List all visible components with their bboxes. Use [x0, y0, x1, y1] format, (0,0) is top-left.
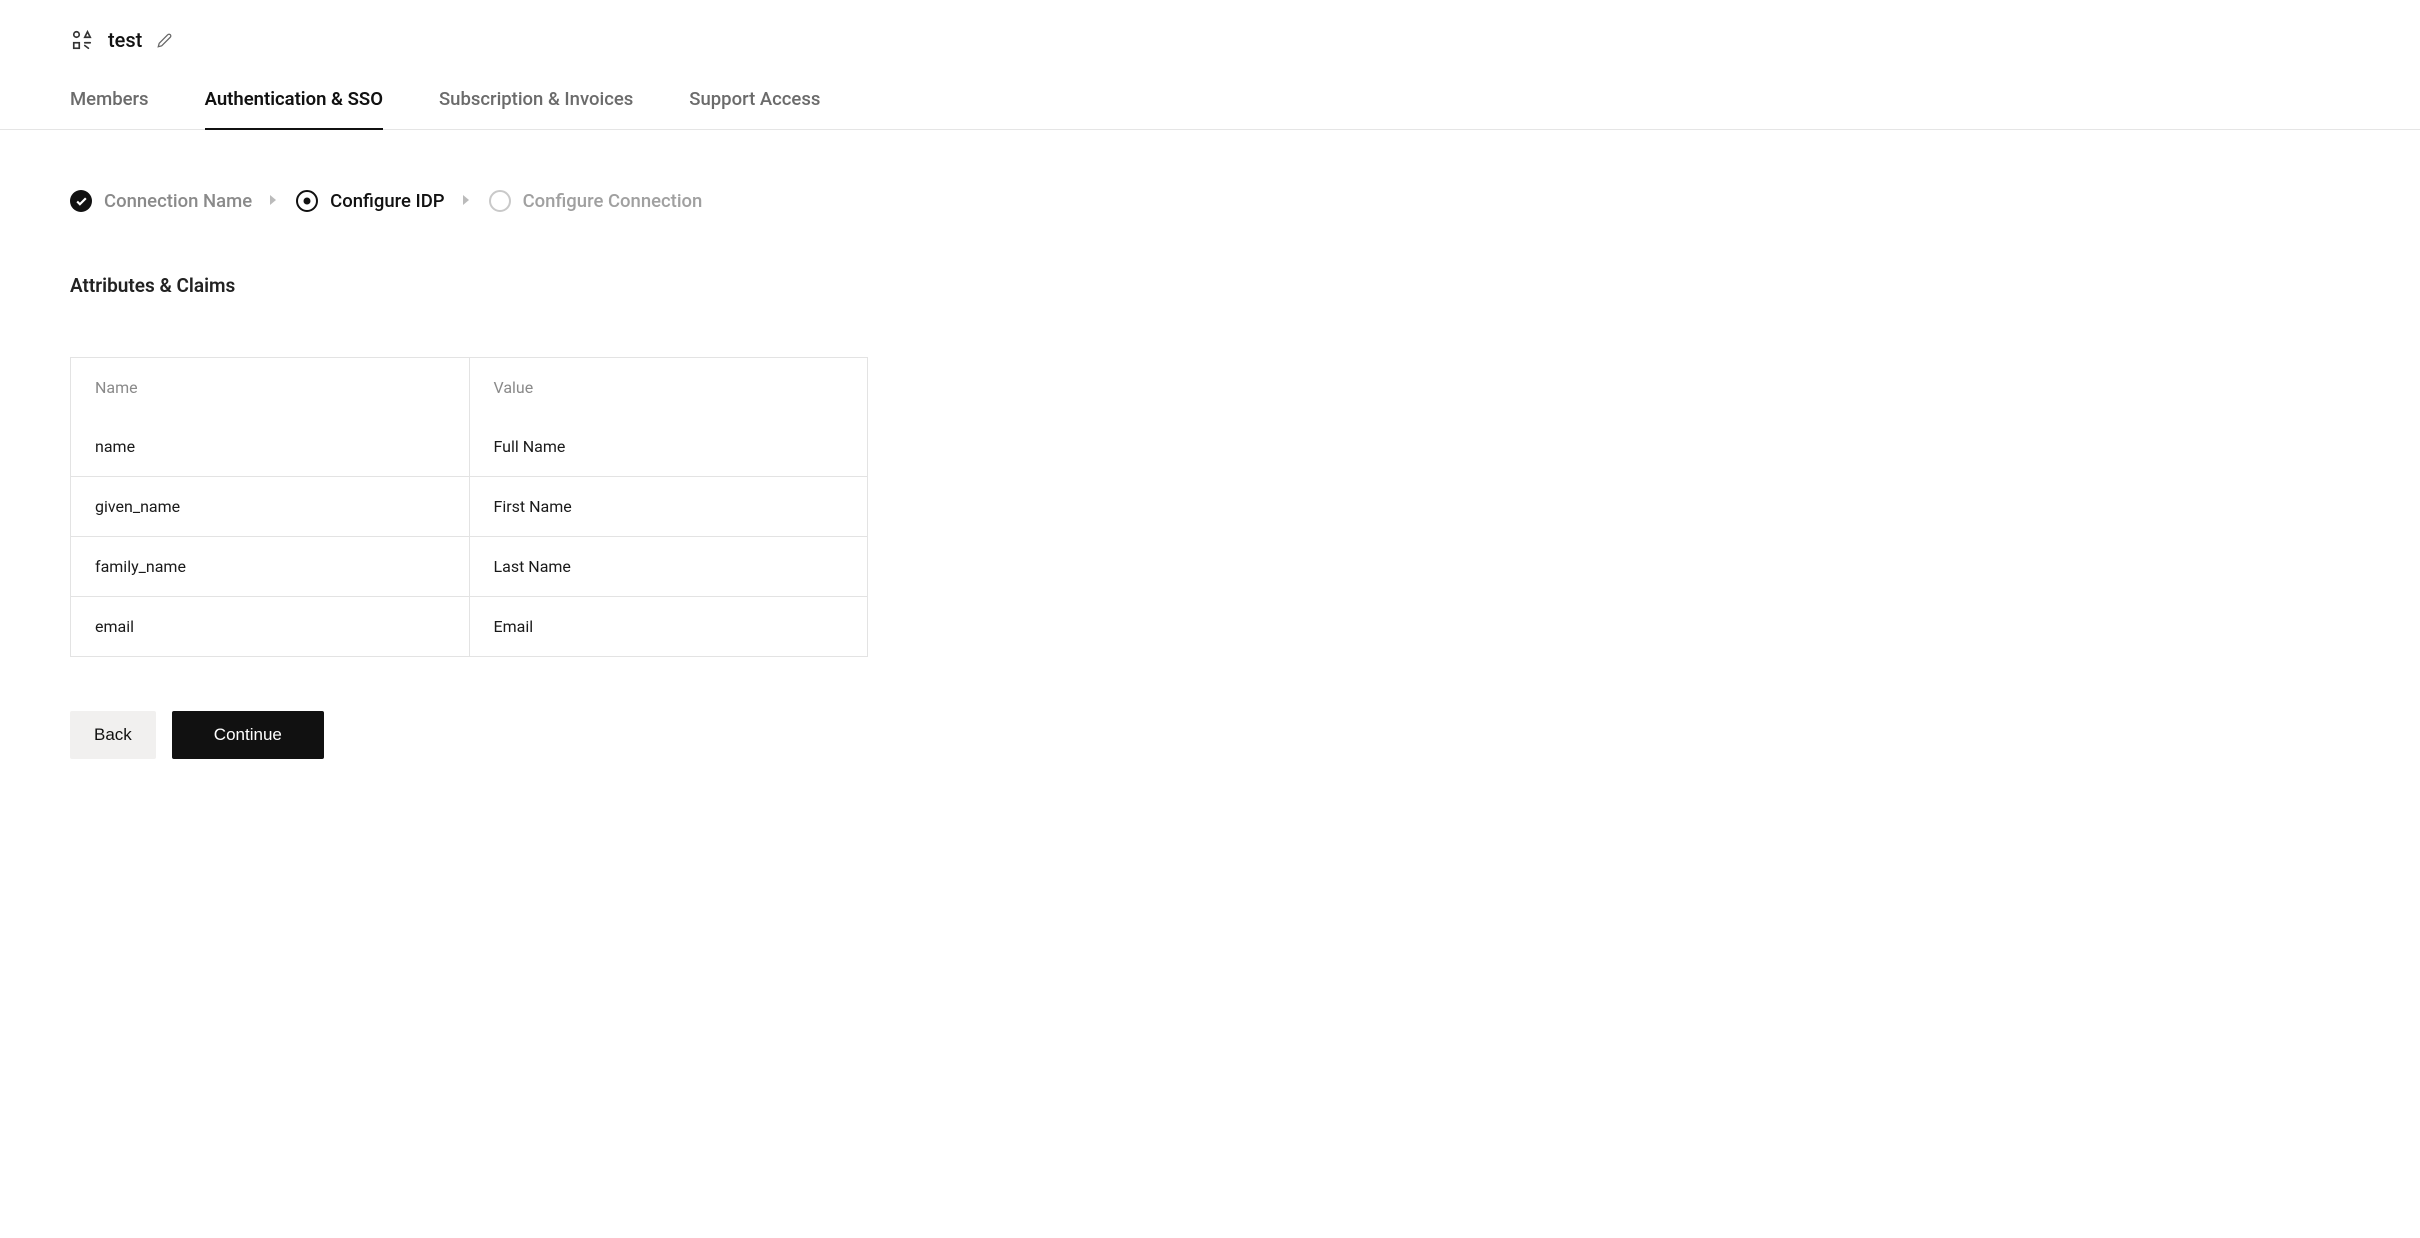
page-title: test — [108, 28, 142, 52]
tab-subscription-invoices[interactable]: Subscription & Invoices — [439, 88, 633, 130]
back-button[interactable]: Back — [70, 711, 156, 759]
chevron-right-icon — [463, 194, 471, 208]
pending-step-icon — [489, 190, 511, 212]
step-label: Connection Name — [104, 190, 252, 212]
table-row: email Email — [71, 597, 868, 657]
attr-name: given_name — [71, 477, 470, 537]
stepper: Connection Name Configure IDP Configure … — [70, 190, 2350, 212]
app-icon — [70, 28, 94, 52]
button-row: Back Continue — [70, 711, 2350, 759]
attr-value: Email — [469, 597, 868, 657]
step-configure-connection: Configure Connection — [489, 190, 703, 212]
step-configure-idp[interactable]: Configure IDP — [296, 190, 444, 212]
step-label: Configure IDP — [330, 190, 444, 212]
attr-name: family_name — [71, 537, 470, 597]
section-title: Attributes & Claims — [70, 274, 2350, 297]
edit-icon[interactable] — [156, 32, 172, 48]
tab-authentication-sso[interactable]: Authentication & SSO — [205, 88, 383, 130]
check-icon — [70, 190, 92, 212]
tab-support-access[interactable]: Support Access — [689, 88, 820, 130]
table-header-name: Name — [71, 358, 470, 418]
current-step-icon — [296, 190, 318, 212]
table-row: family_name Last Name — [71, 537, 868, 597]
page-title-row: test — [70, 28, 2350, 52]
table-header-value: Value — [469, 358, 868, 418]
step-connection-name[interactable]: Connection Name — [70, 190, 252, 212]
attributes-table: Name Value name Full Name given_name Fir… — [70, 357, 868, 657]
step-label: Configure Connection — [523, 190, 703, 212]
tabs: Members Authentication & SSO Subscriptio… — [0, 88, 2420, 129]
table-row: name Full Name — [71, 417, 868, 477]
continue-button[interactable]: Continue — [172, 711, 324, 759]
attr-name: name — [71, 417, 470, 477]
table-header-row: Name Value — [71, 358, 868, 418]
chevron-right-icon — [270, 194, 278, 208]
attr-value: Full Name — [469, 417, 868, 477]
attr-value: Last Name — [469, 537, 868, 597]
table-row: given_name First Name — [71, 477, 868, 537]
attr-name: email — [71, 597, 470, 657]
attr-value: First Name — [469, 477, 868, 537]
tab-members[interactable]: Members — [70, 88, 149, 130]
